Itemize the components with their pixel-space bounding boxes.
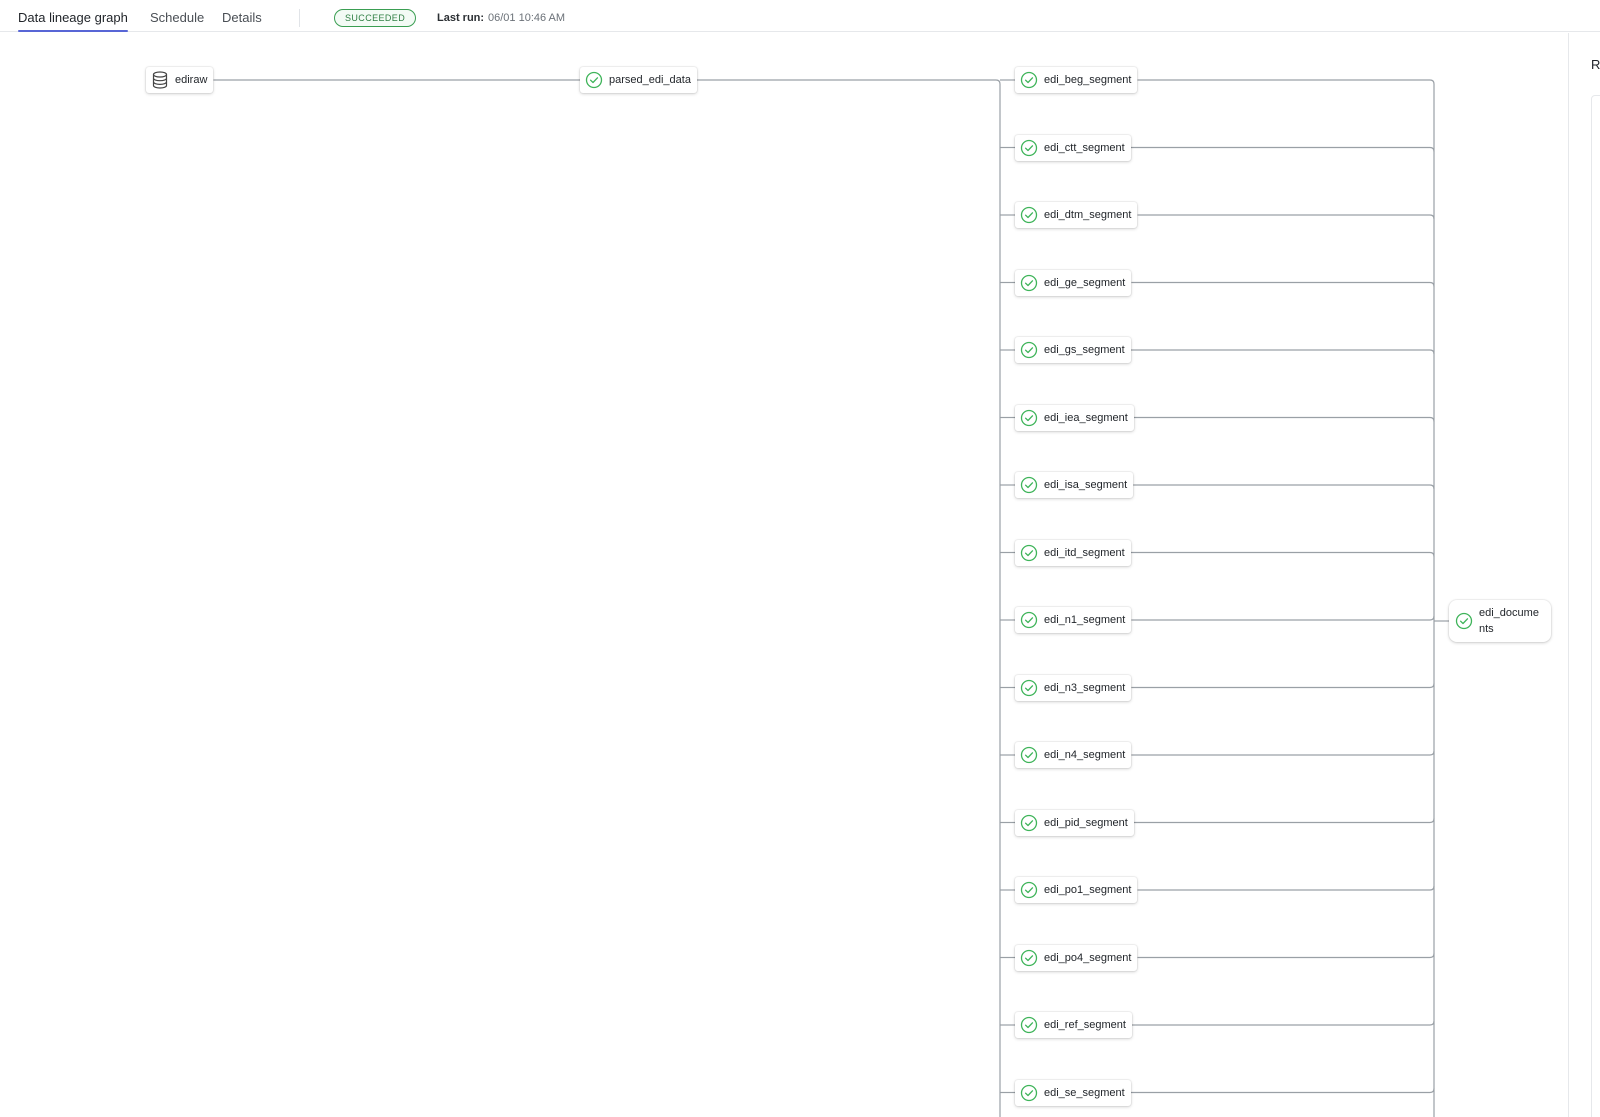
node-parsed-edi-data[interactable]: parsed_edi_data xyxy=(580,67,697,93)
node-edi-se-segment[interactable]: edi_se_segment xyxy=(1015,1079,1131,1106)
edge-merge-3 xyxy=(1131,281,1435,287)
status-badge: SUCCEEDED xyxy=(334,9,417,27)
check-circle-icon xyxy=(1020,206,1038,224)
edge-merge-14 xyxy=(1131,1020,1435,1026)
node-label: ediraw xyxy=(175,74,208,86)
check-circle-icon xyxy=(1455,612,1473,630)
node-label: edi_po1_segment xyxy=(1044,884,1132,896)
node-label: edi_ctt_segment xyxy=(1044,141,1125,154)
node-edi-ref-segment[interactable]: edi_ref_segment xyxy=(1015,1012,1132,1038)
check-circle-icon xyxy=(1020,949,1038,967)
node-label: parsed_edi_data xyxy=(609,74,691,86)
node-edi-ctt-segment[interactable]: edi_ctt_segment xyxy=(1015,134,1131,161)
edge-merge-8 xyxy=(1131,615,1435,621)
node-edi-n3-segment[interactable]: edi_n3_segment xyxy=(1015,674,1132,701)
check-circle-icon xyxy=(1020,341,1038,359)
node-label: edi_isa_segment xyxy=(1044,479,1128,491)
last-run-value: 06/01 10:46 AM xyxy=(488,12,566,24)
node-label: edi_n1_segment xyxy=(1044,614,1126,626)
check-circle-icon xyxy=(1020,476,1038,494)
check-circle-icon xyxy=(1020,679,1038,697)
tab-data-lineage-graph[interactable]: Data lineage graph xyxy=(18,10,128,32)
node-edi-iea-segment[interactable]: edi_iea_segment xyxy=(1015,404,1134,431)
check-circle-icon xyxy=(1020,274,1038,292)
last-run-label: Last run: xyxy=(437,12,485,24)
check-circle-icon xyxy=(1020,611,1038,629)
node-label: edi_n3_segment xyxy=(1044,681,1126,694)
node-label: edi_ref_segment xyxy=(1044,1019,1126,1031)
node-edi-documents[interactable]: edi_documents xyxy=(1449,600,1551,642)
node-label: edi_po4_segment xyxy=(1044,951,1132,964)
node-label: edi_itd_segment xyxy=(1044,546,1125,559)
node-label: edi_se_segment xyxy=(1044,1086,1125,1099)
node-edi-beg-segment[interactable]: edi_beg_segment xyxy=(1015,67,1138,93)
check-circle-icon xyxy=(1020,881,1038,899)
edge-parsed-bus xyxy=(696,79,1001,85)
node-edi-gs-segment[interactable]: edi_gs_segment xyxy=(1015,337,1131,363)
check-circle-icon xyxy=(1020,746,1038,764)
right-panel-card xyxy=(1591,95,1600,1117)
node-label: edi_dtm_segment xyxy=(1044,209,1132,221)
edge-merge-5 xyxy=(1133,416,1435,422)
right-panel-title: R xyxy=(1591,57,1600,72)
node-edi-po4-segment[interactable]: edi_po4_segment xyxy=(1015,944,1138,971)
node-edi-po1-segment[interactable]: edi_po1_segment xyxy=(1015,877,1138,903)
edge-merge-2 xyxy=(1137,214,1435,220)
tab-schedule[interactable]: Schedule xyxy=(150,10,204,25)
check-circle-icon xyxy=(1020,1084,1038,1102)
edge-merge-13 xyxy=(1137,953,1435,959)
lineage-graph-canvas[interactable]: ediraw parsed_edi_data edi_beg_segmented… xyxy=(0,33,1568,1117)
edge-merge-1 xyxy=(1130,146,1435,152)
check-circle-icon xyxy=(1020,139,1038,157)
node-edi-n4-segment[interactable]: edi_n4_segment xyxy=(1015,742,1132,768)
check-circle-icon xyxy=(1020,71,1038,89)
node-edi-itd-segment[interactable]: edi_itd_segment xyxy=(1015,539,1131,566)
node-label: edi_gs_segment xyxy=(1044,344,1125,356)
check-circle-icon xyxy=(1020,1016,1038,1034)
edge-merge-11 xyxy=(1133,818,1435,824)
node-edi-dtm-segment[interactable]: edi_dtm_segment xyxy=(1015,202,1138,228)
node-edi-n1-segment[interactable]: edi_n1_segment xyxy=(1015,607,1132,633)
check-circle-icon xyxy=(585,71,603,89)
tab-divider xyxy=(299,9,300,27)
edge-merge-6 xyxy=(1133,484,1435,490)
tab-details[interactable]: Details xyxy=(222,10,262,25)
node-label: edi_beg_segment xyxy=(1044,74,1132,86)
node-label: edi_ge_segment xyxy=(1044,276,1126,289)
node-label: edi_documents xyxy=(1479,607,1539,635)
node-label: edi_n4_segment xyxy=(1044,749,1126,761)
check-circle-icon xyxy=(1020,544,1038,562)
edge-merge-7 xyxy=(1130,551,1435,557)
node-edi-pid-segment[interactable]: edi_pid_segment xyxy=(1015,809,1134,836)
edge-merge-10 xyxy=(1131,750,1435,756)
right-panel: R xyxy=(1568,33,1600,1117)
edge-merge-4 xyxy=(1130,349,1435,355)
node-label: edi_iea_segment xyxy=(1044,411,1128,424)
node-label: edi_pid_segment xyxy=(1044,816,1128,829)
edge-merge-15 xyxy=(1130,1088,1435,1094)
edge-merge-12 xyxy=(1137,885,1435,891)
top-bar: Data lineage graph Schedule Details SUCC… xyxy=(0,0,1600,32)
edge-merge-0 xyxy=(1137,79,1435,85)
database-icon xyxy=(151,71,169,89)
graph-edges xyxy=(213,79,1449,1117)
check-circle-icon xyxy=(1020,409,1038,427)
node-edi-isa-segment[interactable]: edi_isa_segment xyxy=(1015,472,1134,498)
check-circle-icon xyxy=(1020,814,1038,832)
edge-merge-9 xyxy=(1131,683,1435,689)
node-ediraw[interactable]: ediraw xyxy=(146,67,214,93)
node-edi-ge-segment[interactable]: edi_ge_segment xyxy=(1015,269,1132,296)
